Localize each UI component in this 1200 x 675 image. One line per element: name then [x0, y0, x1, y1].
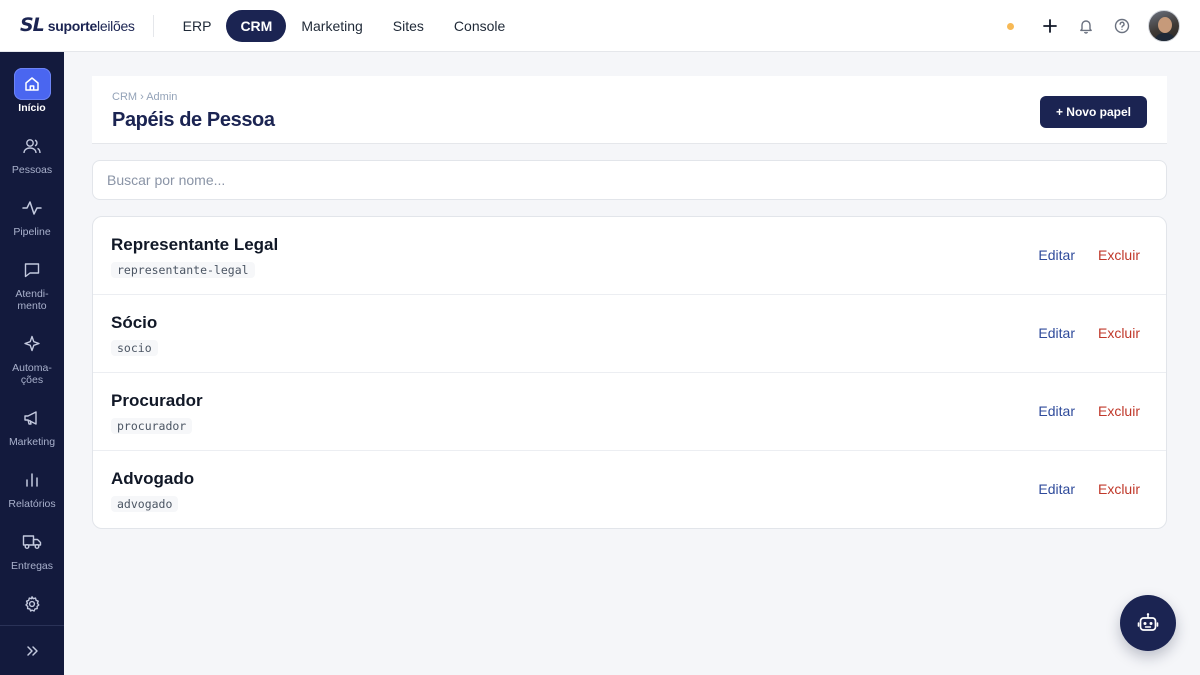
new-role-button[interactable]: + Novo papel [1039, 96, 1147, 128]
role-slug: advogado [111, 496, 179, 512]
page-header: CRM › Admin Papéis de Pessoa + Novo pape… [92, 76, 1167, 144]
top-nav: ERP CRM Marketing Sites Console [168, 9, 521, 42]
bar-chart-icon [14, 464, 51, 496]
role-slug: socio [111, 340, 158, 356]
help-icon[interactable] [1112, 16, 1132, 36]
status-dot [1007, 22, 1014, 30]
edit-link[interactable]: Editar [1038, 325, 1075, 341]
list-item: Advogado advogado Editar Excluir [93, 451, 1166, 528]
top-nav-sites[interactable]: Sites [378, 10, 439, 42]
chat-icon [14, 254, 51, 286]
gear-icon [14, 588, 51, 620]
top-bar: SL suporte leilões ERP CRM Marketing Site… [0, 0, 1200, 52]
delete-link[interactable]: Excluir [1098, 403, 1140, 419]
list-item: Procurador procurador Editar Excluir [93, 373, 1166, 451]
truck-icon [14, 526, 51, 558]
sidebar-item-label: Automa- ções [12, 362, 52, 386]
roles-list: Representante Legal representante-legal … [92, 216, 1167, 529]
brand-logo[interactable]: SL suporte leilões [20, 13, 154, 37]
sidebar-expand-button[interactable] [0, 625, 64, 675]
sidebar-item-label: Pessoas [11, 164, 53, 176]
top-nav-erp[interactable]: ERP [168, 10, 227, 42]
sidebar-item-label: Entregas [10, 560, 54, 572]
sidebar-item-relatorios[interactable]: Relatórios [0, 464, 64, 510]
brand-name-bold: suporte [47, 17, 98, 34]
users-icon [14, 130, 51, 162]
delete-link[interactable]: Excluir [1098, 481, 1140, 497]
role-name: Procurador [111, 391, 203, 410]
edit-link[interactable]: Editar [1038, 481, 1075, 497]
sparkle-icon [14, 328, 51, 360]
role-slug: procurador [111, 418, 193, 434]
sidebar-item-label: Início [18, 102, 46, 114]
assistant-button[interactable] [1120, 595, 1176, 651]
megaphone-icon [14, 402, 51, 434]
chevrons-right-icon [27, 645, 38, 656]
page-title: Papéis de Pessoa [112, 109, 275, 131]
edit-link[interactable]: Editar [1038, 247, 1075, 263]
role-slug: representante-legal [111, 262, 255, 278]
sidebar-item-label: Pipeline [13, 226, 51, 238]
breadcrumb: CRM › Admin [112, 91, 178, 103]
sidebar-item-atendimento[interactable]: Atendi- mento [0, 254, 64, 312]
sidebar-item-entregas[interactable]: Entregas [0, 526, 64, 572]
top-nav-marketing[interactable]: Marketing [286, 10, 377, 42]
brand-name-light: leilões [97, 17, 135, 34]
role-name: Representante Legal [111, 235, 279, 254]
sidebar: Início Pessoas Pipeline Atendi- mento Au… [0, 52, 64, 675]
home-icon [13, 68, 51, 100]
top-nav-crm[interactable]: CRM [226, 9, 287, 42]
plus-icon[interactable] [1040, 16, 1060, 36]
top-actions [1007, 0, 1180, 52]
role-name: Sócio [111, 313, 158, 332]
list-item: Representante Legal representante-legal … [93, 217, 1166, 295]
search-input[interactable] [92, 160, 1167, 200]
sidebar-item-marketing[interactable]: Marketing [0, 402, 64, 448]
sidebar-item-automacoes[interactable]: Automa- ções [0, 328, 64, 386]
sidebar-item-pessoas[interactable]: Pessoas [0, 130, 64, 176]
user-avatar[interactable] [1148, 10, 1180, 42]
pulse-icon [14, 192, 51, 224]
sidebar-item-label: Marketing [8, 436, 56, 448]
sidebar-item-label: Atendi- mento [15, 288, 49, 312]
sidebar-item-configuracoes[interactable] [0, 588, 64, 620]
sidebar-item-label: Relatórios [8, 498, 56, 510]
robot-icon [1137, 613, 1159, 631]
role-name: Advogado [111, 469, 195, 488]
bell-icon[interactable] [1076, 16, 1096, 36]
top-nav-console[interactable]: Console [439, 10, 520, 42]
brand-mark: SL [20, 13, 45, 36]
edit-link[interactable]: Editar [1038, 403, 1075, 419]
list-item: Sócio socio Editar Excluir [93, 295, 1166, 373]
sidebar-item-pipeline[interactable]: Pipeline [0, 192, 64, 238]
delete-link[interactable]: Excluir [1098, 325, 1140, 341]
delete-link[interactable]: Excluir [1098, 247, 1140, 263]
sidebar-item-inicio[interactable]: Início [0, 68, 64, 114]
